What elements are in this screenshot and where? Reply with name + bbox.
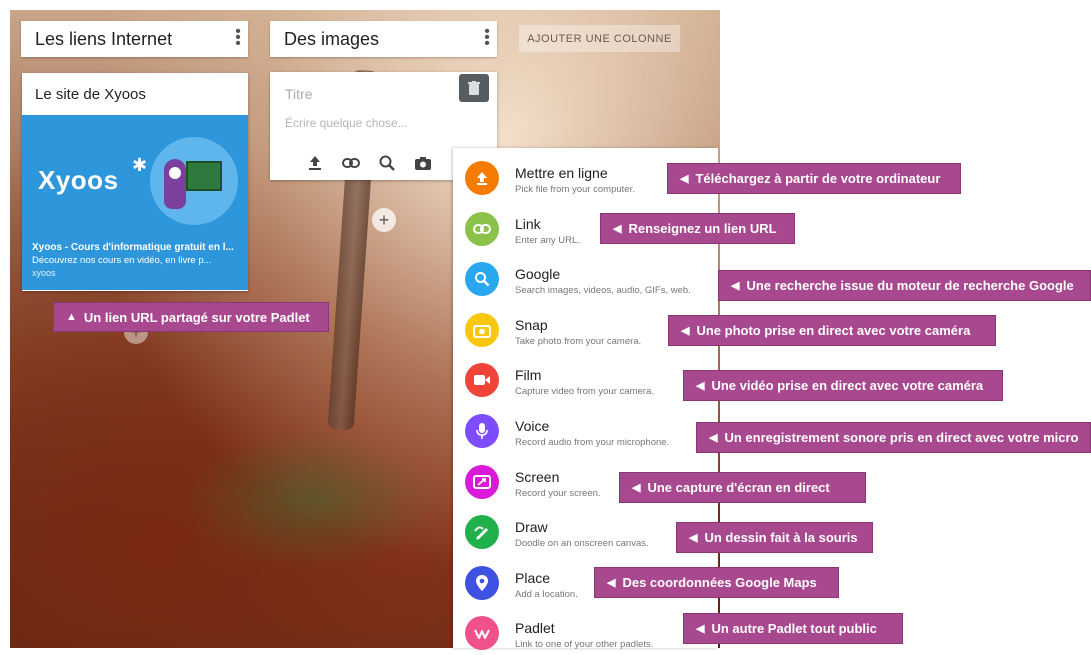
menu-item-label: Snap bbox=[515, 317, 548, 333]
menu-item-description: Add a location. bbox=[515, 589, 578, 600]
menu-item-description: Search images, videos, audio, GIFs, web. bbox=[515, 285, 691, 296]
link-preview-thumbnail[interactable]: Xyoos ✱ bbox=[22, 115, 248, 237]
menu-item-label: Draw bbox=[515, 519, 548, 535]
menu-item-description: Link to one of your other padlets. bbox=[515, 639, 654, 650]
callout-google: ◀ Une recherche issue du moteur de recher… bbox=[718, 270, 1091, 301]
callout-place: ◀ Des coordonnées Google Maps bbox=[594, 567, 839, 598]
delete-button[interactable] bbox=[459, 74, 489, 102]
callout-screen: ◀ Une capture d'écran en direct bbox=[619, 472, 866, 503]
menu-item-label: Film bbox=[515, 367, 542, 383]
callout-padlet: ◀ Un autre Padlet tout public bbox=[683, 613, 903, 644]
menu-item-description: Enter any URL. bbox=[515, 235, 580, 246]
search-icon bbox=[379, 155, 395, 171]
menu-item-label: Padlet bbox=[515, 620, 555, 636]
column-header-links[interactable]: Les liens Internet • • • bbox=[21, 21, 248, 57]
menu-item-label: Screen bbox=[515, 469, 560, 485]
add-column-button[interactable]: AJOUTER UNE COLONNE bbox=[519, 25, 680, 52]
link-icon bbox=[342, 158, 360, 168]
link-tool[interactable] bbox=[340, 152, 362, 174]
location-pin-icon bbox=[465, 566, 499, 600]
kebab-menu-icon[interactable]: • • • bbox=[483, 24, 491, 52]
sparkle-icon: ✱ bbox=[132, 155, 148, 175]
camera-icon bbox=[415, 156, 431, 170]
preview-source: xyoos bbox=[32, 268, 56, 278]
menu-item-voice[interactable]: Voice Record audio from your microphone. bbox=[453, 405, 718, 453]
mascot-illustration bbox=[150, 137, 238, 225]
arrow-left-icon: ◀ bbox=[731, 280, 740, 292]
preview-title: Xyoos - Cours d'informatique gratuit en … bbox=[32, 242, 234, 253]
menu-item-google[interactable]: Google Search images, videos, audio, GIF… bbox=[453, 253, 718, 301]
menu-item-description: Record your screen. bbox=[515, 488, 601, 499]
menu-item-description: Capture video from your camera. bbox=[515, 386, 654, 397]
draw-icon bbox=[465, 515, 499, 549]
menu-item-label: Mettre en ligne bbox=[515, 165, 608, 181]
callout-draw: ◀ Un dessin fait à la souris bbox=[676, 522, 873, 553]
search-icon bbox=[465, 262, 499, 296]
microphone-icon bbox=[465, 414, 499, 448]
menu-item-film[interactable]: Film Capture video from your camera. bbox=[453, 354, 718, 402]
search-tool[interactable] bbox=[376, 152, 398, 174]
arrow-up-icon: ▲ bbox=[66, 311, 77, 323]
preview-description: Découvrez nos cours en vidéo, en livre p… bbox=[32, 255, 212, 266]
arrow-left-icon: ◀ bbox=[613, 223, 622, 235]
menu-item-label: Voice bbox=[515, 418, 550, 434]
upload-icon bbox=[465, 161, 499, 195]
padlet-icon bbox=[465, 616, 499, 650]
trash-icon bbox=[468, 81, 480, 95]
callout-film: ◀ Une vidéo prise en direct avec votre ca… bbox=[683, 370, 1003, 401]
callout-voice: ◀ Un enregistrement sonore pris en direct… bbox=[696, 422, 1091, 453]
menu-item-description: Record audio from your microphone. bbox=[515, 437, 670, 448]
menu-item-label: Google bbox=[515, 266, 561, 282]
callout-upload: ◀ Téléchargez à partir de votre ordinateu… bbox=[667, 163, 961, 194]
body-input[interactable]: Écrire quelque chose... bbox=[285, 116, 408, 130]
arrow-left-icon: ◀ bbox=[709, 432, 718, 444]
kebab-menu-icon[interactable]: • • • bbox=[234, 24, 242, 52]
callout-link-shared: ▲ Un lien URL partagé sur votre Padlet bbox=[53, 302, 329, 332]
title-input[interactable]: Titre bbox=[285, 86, 312, 102]
screen-icon bbox=[465, 465, 499, 499]
arrow-left-icon: ◀ bbox=[607, 577, 616, 589]
arrow-left-icon: ◀ bbox=[681, 325, 690, 337]
arrow-left-icon: ◀ bbox=[680, 173, 689, 185]
arrow-left-icon: ◀ bbox=[696, 623, 705, 635]
column-title: Des images bbox=[284, 28, 380, 49]
callout-link: ◀ Renseignez un lien URL bbox=[600, 213, 795, 244]
post-title: Le site de Xyoos bbox=[35, 85, 146, 103]
xyoos-logo: Xyoos bbox=[38, 165, 119, 195]
camera-icon bbox=[465, 313, 499, 347]
column-title: Les liens Internet bbox=[35, 28, 173, 49]
menu-item-label: Link bbox=[515, 216, 541, 232]
arrow-left-icon: ◀ bbox=[632, 482, 641, 494]
link-icon bbox=[465, 212, 499, 246]
upload-icon bbox=[309, 156, 321, 170]
menu-item-label: Place bbox=[515, 570, 551, 586]
menu-item-description: Take photo from your camera. bbox=[515, 336, 642, 347]
menu-item-description: Doodle on an onscreen canvas. bbox=[515, 538, 649, 549]
link-post-card[interactable]: Le site de Xyoos Xyoos ✱ Xyoos - Cours d… bbox=[22, 73, 248, 291]
camera-tool[interactable] bbox=[412, 152, 434, 174]
video-icon bbox=[465, 363, 499, 397]
arrow-left-icon: ◀ bbox=[689, 532, 698, 544]
column-header-images[interactable]: Des images • • • bbox=[270, 21, 497, 57]
add-post-button[interactable]: + bbox=[372, 208, 396, 232]
callout-snap: ◀ Une photo prise en direct avec votre ca… bbox=[668, 315, 996, 346]
menu-item-description: Pick file from your computer. bbox=[515, 184, 635, 195]
upload-tool[interactable] bbox=[304, 152, 326, 174]
arrow-left-icon: ◀ bbox=[696, 380, 705, 392]
